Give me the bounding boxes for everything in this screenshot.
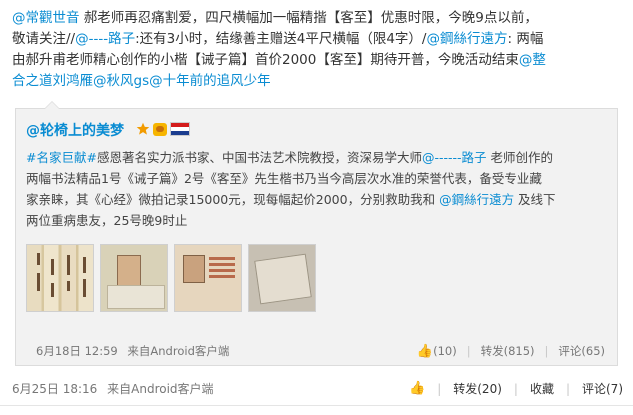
forward-line-2: 两幅书法精品1号《诫子篇》2号《客至》先生楷书乃当今高层次水准的荣誉代表，备受专… xyxy=(26,171,542,186)
forward-line-1-rest: 感恩著名实力派书家、中国书法艺术院教授，资深易学大师 xyxy=(96,150,422,165)
id-card-thumbnail[interactable] xyxy=(100,244,168,312)
post-line-3: 由郝升甫老师精心创作的小楷【诫子篇】首价2000【客至】期待开普，今晚活动结束@… xyxy=(12,50,624,71)
image-thumbnails xyxy=(26,244,316,312)
favorite-button[interactable]: 收藏 xyxy=(530,380,554,397)
forward-line-3: 家亲睐，其《心经》微拍记录15000元，现每幅起价2000，分别救助我和 @鋼絲… xyxy=(26,189,606,210)
forward-line-3b: 及线下 xyxy=(514,192,556,207)
mention-link[interactable]: 合之道刘鸿雁@秋风gs@十年前的追风少年 xyxy=(12,73,271,89)
post-text-1-rest: 郝老师再忍痛割爱，四尺横幅加一幅精揩【客至】优惠时限，今晚9点以前， xyxy=(83,10,538,26)
forward-forward-button[interactable]: 转发(815) xyxy=(481,343,535,359)
post-text-2a: 敬请关注// xyxy=(12,31,76,47)
forward-actions: 👍(10) | 转发(815) | 评论(65) xyxy=(416,343,605,359)
topic-link[interactable]: #名家巨献# xyxy=(26,150,97,165)
forward-meta: 6月18日 12:59 来自Android客户端 xyxy=(36,343,229,359)
post-actions: 👍 | 转发(20) | 收藏 | 评论(7) xyxy=(409,380,623,397)
thumbs-up-icon[interactable]: 👍 xyxy=(409,381,425,396)
post-text-2c: : 两幅 xyxy=(507,31,544,47)
forward-line-4: 两位重病患友，25号晚9时止 xyxy=(26,213,188,228)
mention-link[interactable]: @鋼絲行遠方 xyxy=(426,31,507,47)
author-badges xyxy=(136,120,190,138)
post-source: 来自Android客户端 xyxy=(107,382,214,396)
star-icon xyxy=(136,122,150,135)
post-text-3a: 由郝升甫老师精心创作的小楷【诫子篇】首价2000【客至】期待开普，今晚活动结束 xyxy=(12,52,519,68)
forward-line-1-tail: 老师创作的 xyxy=(486,150,554,165)
forward-timestamp[interactable]: 6月18日 12:59 xyxy=(36,344,118,358)
mention-link[interactable]: @鋼絲行遠方 xyxy=(439,192,514,207)
vip-badge-icon xyxy=(153,122,167,136)
document-thumbnail[interactable] xyxy=(248,244,316,312)
mention-link[interactable]: @------路子 xyxy=(422,150,487,165)
forward-button[interactable]: 转发(20) xyxy=(453,380,502,397)
forward-source: 来自Android客户端 xyxy=(127,344,230,358)
post-text-2b: :还有3小时，结缘善主赠送4平尺横幅（限4字）/ xyxy=(135,31,427,47)
post-line-4: 合之道刘鸿雁@秋风gs@十年前的追风少年 xyxy=(12,71,624,92)
calligraphy-thumbnail[interactable] xyxy=(26,244,94,312)
post-meta: 6月25日 18:16 来自Android客户端 xyxy=(12,380,214,397)
mention-link[interactable]: @----路子 xyxy=(75,31,135,47)
post-timestamp[interactable]: 6月25日 18:16 xyxy=(12,382,97,396)
post-body: @常觀世音 郝老师再忍痛割爱，四尺横幅加一幅精揩【客至】优惠时限，今晚9点以前，… xyxy=(12,8,624,92)
forward-like-button[interactable]: 👍(10) xyxy=(417,344,457,359)
divider xyxy=(0,405,633,406)
thumbs-up-icon: 👍 xyxy=(416,343,434,359)
forward-text: #名家巨献#感恩著名实力派书家、中国书法艺术院教授，资深易学大师@------路… xyxy=(26,147,606,231)
post-line-1: @常觀世音 郝老师再忍痛割爱，四尺横幅加一幅精揩【客至】优惠时限，今晚9点以前， xyxy=(12,8,624,29)
mention-link[interactable]: @常觀世音 xyxy=(12,10,80,26)
forward-line-3a: 家亲睐，其《心经》微拍记录15000元，现每幅起价2000，分别救助我和 xyxy=(26,192,440,207)
forwarded-post: @轮椅上的美梦 #名家巨献#感恩著名实力派书家、中国书法艺术院教授，资深易学大师… xyxy=(15,101,618,366)
forward-author[interactable]: @轮椅上的美梦 xyxy=(26,120,124,140)
comment-button[interactable]: 评论(7) xyxy=(582,380,623,397)
mention-link[interactable]: @整 xyxy=(519,52,546,68)
forward-comment-button[interactable]: 评论(65) xyxy=(558,343,605,359)
forward-line-1: #名家巨献#感恩著名实力派书家、中国书法艺术院教授，资深易学大师@------路… xyxy=(26,147,606,168)
certificate-thumbnail[interactable] xyxy=(174,244,242,312)
post-line-2: 敬请关注//@----路子:还有3小时，结缘善主赠送4平尺横幅（限4字）/@鋼絲… xyxy=(12,29,624,50)
netherlands-flag-icon xyxy=(170,122,190,136)
